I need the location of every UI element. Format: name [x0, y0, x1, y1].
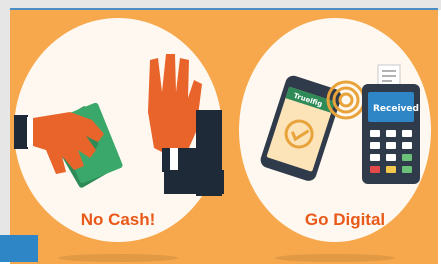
left-sleeve	[14, 115, 28, 149]
illustration: Truelfig Received No Cash! Go Digital	[0, 0, 441, 264]
right-sleeve	[196, 110, 222, 196]
left-cuff	[27, 117, 33, 147]
pos-terminal: Received	[362, 84, 420, 184]
left-shadow	[58, 254, 178, 262]
receipt-icon	[377, 64, 401, 88]
terminal-screen-text: Received	[373, 104, 419, 114]
go-digital-caption: Go Digital	[304, 210, 386, 229]
right-shadow	[275, 254, 395, 262]
no-cash-caption: No Cash!	[80, 210, 156, 229]
